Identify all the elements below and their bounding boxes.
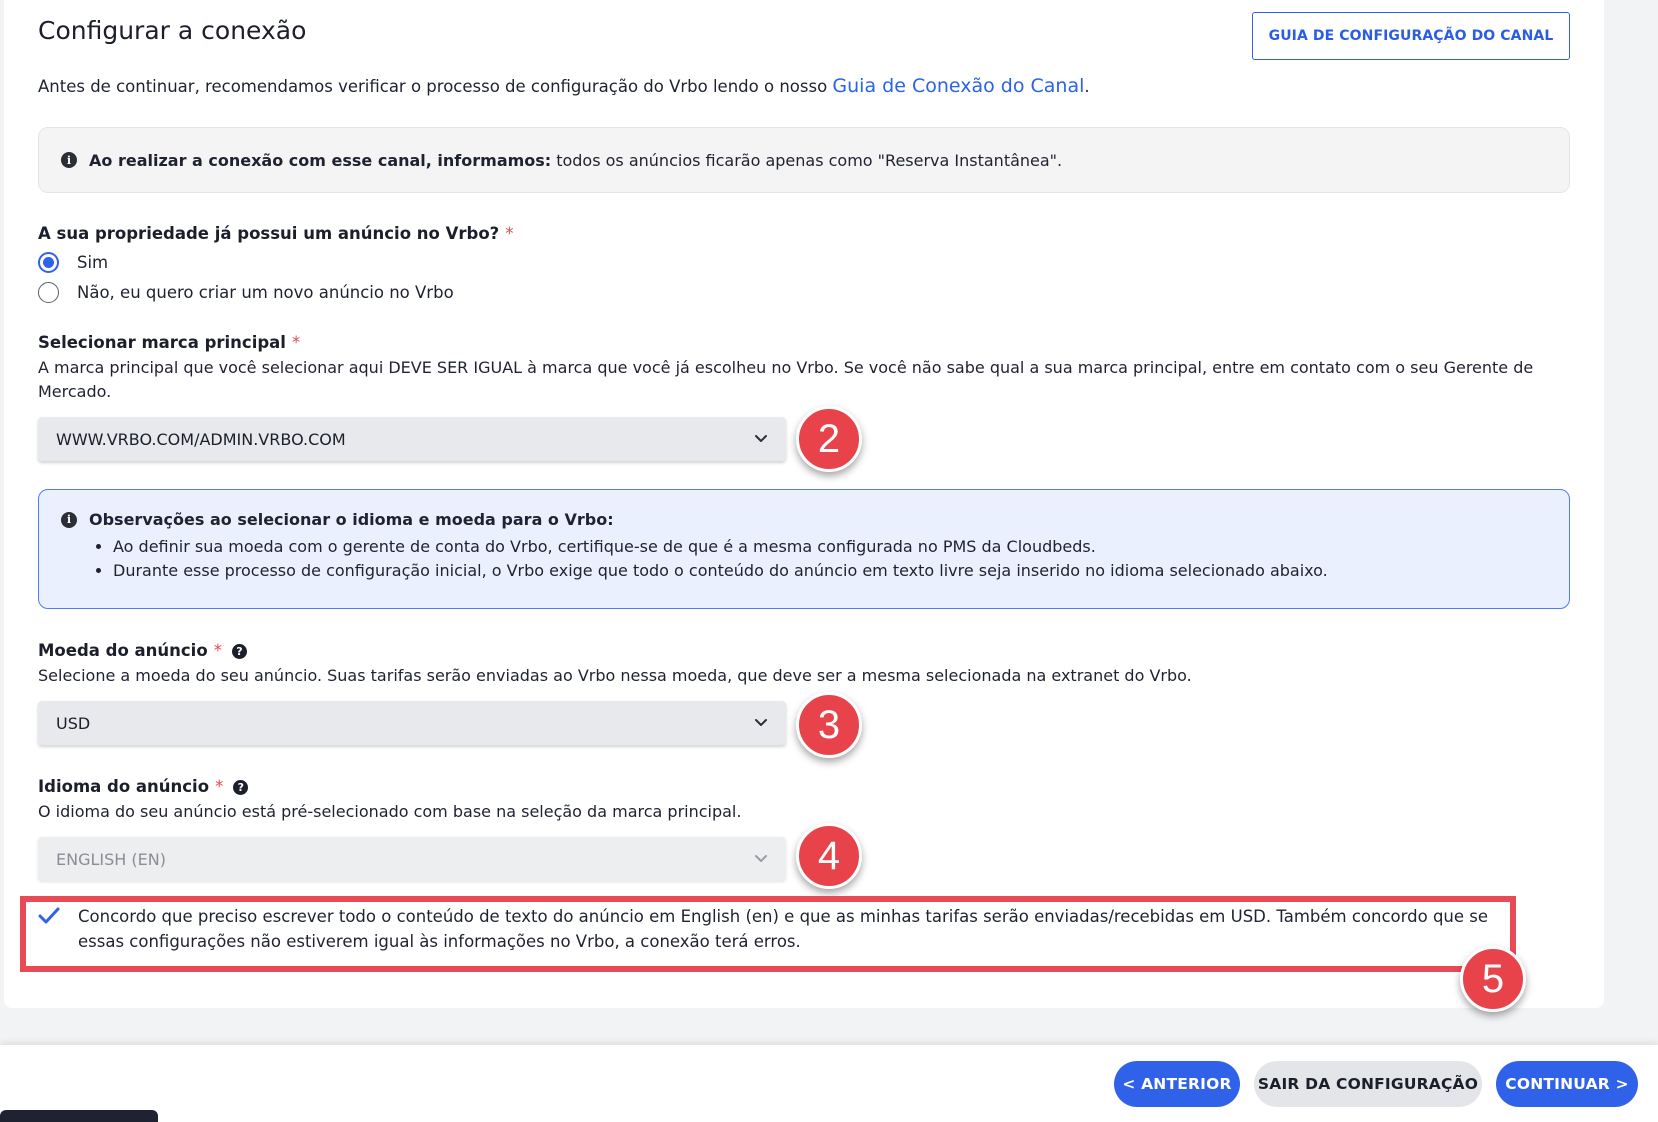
step-badge-4: 4 (796, 823, 862, 889)
currency-select-value: USD (56, 713, 91, 733)
channel-guide-button[interactable]: GUIA DE CONFIGURAÇÃO DO CANAL (1252, 12, 1570, 60)
brand-label: Selecionar marca principal * (38, 333, 300, 352)
brand-description: A marca principal que você selecionar aq… (38, 358, 1534, 401)
observations-box: i Observações ao selecionar o idioma e m… (38, 489, 1570, 609)
info-icon: i (61, 152, 77, 168)
language-description: O idioma do seu anúncio está pré-selecio… (38, 802, 742, 821)
brand-select-value: WWW.VRBO.COM/ADMIN.VRBO.COM (56, 429, 346, 449)
brand-select[interactable]: WWW.VRBO.COM/ADMIN.VRBO.COM (38, 417, 786, 461)
notice-bold: Ao realizar a conexão com esse canal, in… (89, 150, 552, 170)
required-marker: * (215, 777, 224, 796)
radio-label-no: Não, eu quero criar um novo anúncio no V… (77, 283, 454, 302)
radio-button-selected[interactable] (38, 252, 59, 273)
observations-title: i Observações ao selecionar o idioma e m… (61, 510, 1547, 529)
notice-text: todos os anúncios ficarão apenas como "R… (556, 150, 1063, 170)
footer-bar: < ANTERIOR SAIR DA CONFIGURAÇÃO CONTINUA… (0, 1045, 1658, 1122)
currency-description: Selecione a moeda do seu anúncio. Suas t… (38, 666, 1192, 685)
agreement-checkbox[interactable]: Concordo que preciso escrever todo o con… (38, 904, 1518, 954)
radio-button[interactable] (38, 282, 59, 303)
step-badge-5: 5 (1460, 946, 1526, 1012)
chevron-down-icon (755, 435, 767, 442)
required-marker: * (291, 333, 301, 352)
help-icon[interactable]: ? (231, 644, 247, 659)
connection-guide-link[interactable]: Guia de Conexão do Canal (832, 75, 1084, 97)
currency-label-text: Moeda do anúncio (38, 641, 208, 660)
radio-label-yes: Sim (77, 253, 109, 272)
required-marker: * (505, 224, 514, 243)
exit-setup-button[interactable]: SAIR DA CONFIGURAÇÃO (1254, 1061, 1482, 1107)
chevron-down-icon (755, 855, 767, 862)
page-title: Configurar a conexão (38, 16, 307, 45)
checkmark-icon[interactable] (38, 906, 60, 926)
instant-booking-notice: i Ao realizar a conexão com esse canal, … (38, 127, 1570, 193)
observations-list: Ao definir sua moeda com o gerente de co… (61, 535, 1547, 583)
language-select: ENGLISH (EN) (38, 837, 786, 881)
required-marker: * (213, 641, 222, 660)
radio-option-no[interactable]: Não, eu quero criar um novo anúncio no V… (38, 282, 454, 303)
intro-body: Antes de continuar, recomendamos verific… (38, 77, 833, 96)
step-badge-2: 2 (796, 406, 862, 472)
back-button[interactable]: < ANTERIOR (1114, 1061, 1240, 1107)
info-icon: i (61, 511, 77, 528)
language-label: Idioma do anúncio *? (38, 777, 249, 796)
language-select-value: ENGLISH (EN) (56, 849, 166, 869)
radio-option-yes[interactable]: Sim (38, 252, 108, 273)
list-item: Durante esse processo de configuração in… (113, 559, 1547, 583)
listing-question-text: A sua propriedade já possui um anúncio n… (38, 224, 500, 243)
currency-select[interactable]: USD (38, 701, 786, 745)
language-label-text: Idioma do anúncio (38, 777, 210, 796)
help-icon[interactable]: ? (233, 780, 249, 795)
list-item: Ao definir sua moeda com o gerente de co… (113, 535, 1547, 559)
intro-text: Antes de continuar, recomendamos verific… (38, 75, 1090, 97)
listing-question-label: A sua propriedade já possui um anúncio n… (38, 224, 513, 243)
observations-title-text: Observações ao selecionar o idioma e moe… (89, 510, 614, 529)
continue-button[interactable]: CONTINUAR > (1496, 1061, 1638, 1107)
intro-suffix: . (1084, 77, 1090, 96)
step-badge-3: 3 (796, 692, 862, 758)
agreement-text: Concordo que preciso escrever todo o con… (78, 907, 1489, 951)
currency-label: Moeda do anúncio *? (38, 641, 247, 660)
bottom-tab (0, 1110, 158, 1122)
chevron-down-icon (755, 719, 767, 726)
brand-label-text: Selecionar marca principal (38, 333, 286, 352)
